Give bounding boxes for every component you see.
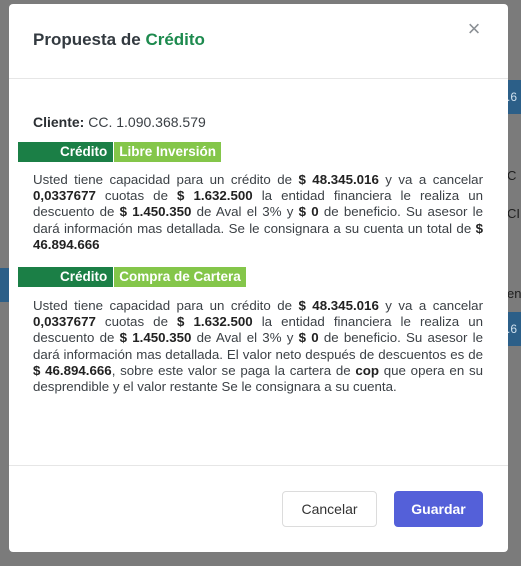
credit-proposal-modal: Propuesta de Crédito × Cliente: CC. 1.09…: [9, 4, 508, 552]
section-label-compra-cartera: Crédito Compra de Cartera: [18, 267, 246, 287]
installments-count: 0,0337677: [33, 314, 96, 330]
net-amount: $ 46.894.666: [33, 362, 112, 378]
text-segment: de Aval el 3% y: [191, 204, 299, 220]
cancel-button[interactable]: Cancelar: [282, 491, 377, 527]
close-button[interactable]: ×: [464, 18, 484, 40]
background-text: en: [507, 286, 521, 301]
discount-amount: $ 1.450.350: [119, 204, 192, 220]
modal-footer: Cancelar Guardar: [9, 465, 508, 552]
section-tag-credito: Crédito: [18, 142, 114, 162]
client-value: CC. 1.090.368.579: [88, 114, 206, 130]
discount-amount: $ 1.450.350: [119, 330, 192, 346]
text-segment: cuotas de: [95, 188, 178, 204]
installments-count: 0,0337677: [33, 188, 96, 204]
section-tag-type: Libre Inversión: [114, 142, 222, 162]
section-text-libre-inversion: Usted tiene capacidad para un crédito de…: [33, 172, 483, 253]
text-segment: Usted tiene capacidad para un crédito de: [33, 298, 299, 313]
close-icon: ×: [467, 16, 481, 41]
background-chip-text: .6: [507, 90, 518, 104]
section-text-compra-cartera: Usted tiene capacidad para un crédito de…: [33, 298, 483, 395]
text-segment: y va a cancelar: [378, 172, 484, 187]
save-button[interactable]: Guardar: [394, 491, 483, 527]
background-chip-text: .6: [507, 322, 518, 336]
text-segment: de Aval el 3% y: [191, 330, 299, 346]
credit-amount: $ 48.345.016: [298, 172, 379, 187]
modal-header: Propuesta de Crédito ×: [9, 4, 508, 79]
credit-amount: $ 48.345.016: [298, 298, 379, 313]
section-tag-credito: Crédito: [18, 267, 114, 287]
background-text: CI: [507, 206, 520, 221]
section-tag-type: Compra de Cartera: [114, 267, 246, 287]
installment-value: $ 1.632.500: [177, 314, 253, 330]
modal-title-prefix: Propuesta de: [33, 30, 141, 49]
text-segment: cuotas de: [95, 314, 178, 330]
text-segment: y va a cancelar: [378, 298, 484, 313]
client-label: Cliente:: [33, 114, 85, 130]
portfolio-entity: cop: [355, 362, 380, 378]
benefit-amount: $ 0: [298, 204, 319, 220]
text-segment: , sobre este valor se paga la cartera de: [111, 362, 356, 378]
client-line: Cliente: CC. 1.090.368.579: [33, 114, 206, 130]
benefit-amount: $ 0: [298, 330, 319, 346]
installment-value: $ 1.632.500: [177, 188, 253, 204]
background-band: [0, 268, 9, 302]
section-label-libre-inversion: Crédito Libre Inversión: [18, 142, 222, 162]
modal-title: Propuesta de Crédito: [33, 30, 205, 50]
text-segment: Usted tiene capacidad para un crédito de: [33, 172, 299, 187]
background-text: C: [507, 168, 517, 183]
modal-title-accent: Crédito: [145, 30, 205, 49]
